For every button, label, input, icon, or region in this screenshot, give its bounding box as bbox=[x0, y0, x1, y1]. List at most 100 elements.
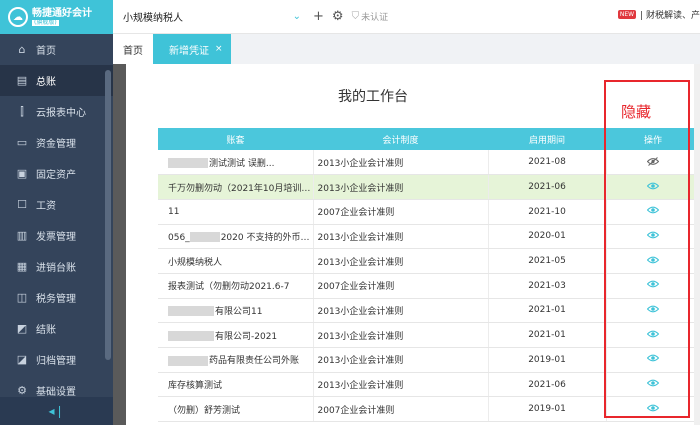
table-row[interactable]: 小规模纳税人 2013小企业会计准则 2021-05 bbox=[158, 248, 700, 274]
page-scrollbar[interactable] bbox=[694, 64, 700, 425]
sidebar-item[interactable]: ☐ 工资 bbox=[0, 189, 113, 220]
accounting-rule-cell: 2013小企业会计准则 bbox=[313, 174, 489, 200]
eye-icon[interactable] bbox=[647, 305, 660, 313]
sidebar-item-label: 总账 bbox=[36, 77, 56, 88]
sidebar-item[interactable]: ◫ 税务管理 bbox=[0, 282, 113, 313]
eye-icon[interactable] bbox=[647, 379, 660, 387]
hidden-annotation: 隐藏 bbox=[621, 103, 652, 121]
account-name-cell[interactable]: 有限公司-2021 bbox=[158, 322, 314, 348]
sidebar-item-label: 归档管理 bbox=[36, 356, 76, 367]
action-cell bbox=[606, 224, 700, 250]
account-name-cell[interactable]: 有限公司11 bbox=[158, 298, 314, 324]
action-cell bbox=[606, 372, 700, 398]
account-name-cell[interactable]: 056_ 2020 不支持的外币核... bbox=[158, 224, 314, 250]
close-books-icon: ◩ bbox=[16, 322, 28, 335]
company-selector[interactable]: 小规模纳税人 ⌄ bbox=[119, 6, 305, 28]
eye-icon[interactable] bbox=[647, 206, 660, 214]
news-text: | 财税解读、产 bbox=[640, 11, 700, 21]
table-row[interactable]: 11 2007企业会计准则 2021-10 bbox=[158, 199, 700, 225]
eye-icon[interactable] bbox=[647, 330, 660, 338]
redacted-text bbox=[168, 158, 208, 169]
collapse-icon: ◂❘ bbox=[48, 404, 65, 418]
sidebar: ☁ 畅捷通好会计 (旗舰版) ⌂ 首页 ▤ 总账 ⫿ 云报表中心 ▭ 资金管理 ▣ 固定资产 ☐ 工资… bbox=[0, 0, 113, 425]
table-row[interactable]: 测试测试 误删... 2013小企业会计准则 2021-08 bbox=[158, 150, 700, 176]
ledger-icon: ▤ bbox=[16, 74, 28, 87]
close-icon[interactable]: × bbox=[215, 44, 223, 54]
accounting-rule-cell: 2007企业会计准则 bbox=[313, 396, 489, 423]
sidebar-item[interactable]: ▦ 进销台账 bbox=[0, 251, 113, 282]
account-name: 有限公司11 bbox=[215, 306, 263, 317]
column-header-account: 账套 bbox=[158, 128, 313, 150]
table-row[interactable]: 千万勿删勿动（2021年10月培训）... 2013小企业会计准则 2021-06 bbox=[158, 174, 700, 200]
sidebar-item-label: 税务管理 bbox=[36, 294, 76, 305]
account-name-cell[interactable]: 药品有限责任公司外账 bbox=[158, 347, 314, 373]
start-period-cell: 2021-06 bbox=[488, 174, 607, 200]
table-row[interactable]: 有限公司-2021 2013小企业会计准则 2021-01 bbox=[158, 322, 700, 348]
sidebar-item-label: 云报表中心 bbox=[36, 108, 86, 119]
eye-icon[interactable] bbox=[647, 182, 660, 190]
sidebar-item-label: 工资 bbox=[36, 201, 56, 212]
start-period-cell: 2021-01 bbox=[488, 298, 607, 324]
table-row[interactable]: 056_ 2020 不支持的外币核... 2013小企业会计准则 2020-01 bbox=[158, 224, 700, 250]
account-name-cell[interactable]: 报表测试（勿删勿动2021.6-7 bbox=[158, 273, 314, 299]
account-name-cell[interactable]: （勿删）舒芳测试 bbox=[158, 396, 314, 423]
eye-icon[interactable] bbox=[647, 231, 660, 239]
tab-new-voucher[interactable]: 新增凭证 × bbox=[153, 34, 231, 64]
sidebar-item[interactable]: ▤ 总账 bbox=[0, 65, 113, 96]
add-icon[interactable]: + bbox=[313, 9, 324, 24]
new-badge: NEW bbox=[617, 10, 637, 19]
eye-icon[interactable] bbox=[647, 256, 660, 264]
sidebar-item[interactable]: ▭ 资金管理 bbox=[0, 127, 113, 158]
account-name-prefix: 056_ bbox=[168, 232, 190, 243]
account-name-cell[interactable]: 小规模纳税人 bbox=[158, 248, 314, 274]
sidebar-item[interactable]: ⌂ 首页 bbox=[0, 34, 113, 65]
sidebar-item[interactable]: ◪ 归档管理 bbox=[0, 344, 113, 375]
tab-bar: 首页 新增凭证 × bbox=[113, 34, 700, 64]
sidebar-item[interactable]: ▥ 发票管理 bbox=[0, 220, 113, 251]
table-row[interactable]: （勿删）舒芳测试 2007企业会计准则 2019-01 bbox=[158, 396, 700, 423]
brand-name: 畅捷通好会计 bbox=[32, 7, 92, 19]
tab-home[interactable]: 首页 bbox=[113, 34, 153, 64]
action-cell bbox=[606, 396, 700, 423]
collapse-sidebar-button[interactable]: ◂❘ bbox=[0, 397, 113, 425]
start-period-cell: 2019-01 bbox=[488, 396, 607, 423]
brand-edition: (旗舰版) bbox=[32, 18, 59, 27]
eye-icon[interactable] bbox=[647, 354, 660, 362]
tax-icon: ◫ bbox=[16, 291, 28, 304]
account-name-cell[interactable]: 千万勿删勿动（2021年10月培训）... bbox=[158, 174, 314, 200]
sidebar-scrollbar[interactable] bbox=[105, 70, 111, 360]
account-name: 报表测试（勿删勿动2021.6-7 bbox=[168, 282, 290, 293]
account-name-cell[interactable]: 测试测试 误删... bbox=[158, 150, 314, 176]
sidebar-item[interactable]: ◩ 结账 bbox=[0, 313, 113, 344]
news-ticker[interactable]: NEW | 财税解读、产 bbox=[617, 8, 700, 21]
redacted-text bbox=[168, 331, 214, 342]
eye-icon[interactable] bbox=[647, 280, 660, 288]
redacted-text bbox=[168, 306, 214, 317]
account-name: 小规模纳税人 bbox=[168, 257, 223, 268]
account-name: （勿删）舒芳测试 bbox=[168, 405, 241, 416]
brand[interactable]: ☁ 畅捷通好会计 (旗舰版) bbox=[0, 0, 113, 34]
account-name-cell[interactable]: 11 bbox=[158, 199, 314, 225]
account-name-cell[interactable]: 库存核算测试 bbox=[158, 372, 314, 398]
action-cell bbox=[606, 347, 700, 373]
eye-icon[interactable] bbox=[647, 404, 660, 412]
home-icon: ⌂ bbox=[18, 43, 26, 56]
accounting-rule-cell: 2013小企业会计准则 bbox=[313, 322, 489, 348]
accounting-rule-cell: 2013小企业会计准则 bbox=[313, 224, 489, 250]
sidebar-item[interactable]: ▣ 固定资产 bbox=[0, 158, 113, 189]
sidebar-item-label: 发票管理 bbox=[36, 232, 76, 243]
action-cell bbox=[606, 322, 700, 348]
certification-status[interactable]: ⛉ 未认证 bbox=[352, 10, 389, 23]
page-title: 我的工作台 bbox=[338, 89, 408, 105]
table-row[interactable]: 库存核算测试 2013小企业会计准则 2021-06 bbox=[158, 372, 700, 398]
sidebar-item-label: 结账 bbox=[36, 325, 56, 336]
table-row[interactable]: 报表测试（勿删勿动2021.6-7 2007企业会计准则 2021-03 bbox=[158, 273, 700, 299]
start-period-cell: 2021-05 bbox=[488, 248, 607, 274]
table-row[interactable]: 药品有限责任公司外账 2013小企业会计准则 2019-01 bbox=[158, 347, 700, 373]
gear-icon[interactable]: ⚙ bbox=[332, 9, 344, 24]
eye-off-icon[interactable] bbox=[647, 156, 660, 166]
sidebar-item[interactable]: ⫿ 云报表中心 bbox=[0, 96, 113, 127]
accounting-rule-cell: 2013小企业会计准则 bbox=[313, 298, 489, 324]
sidebar-item[interactable]: ⚙ 基础设置 bbox=[0, 375, 113, 397]
table-row[interactable]: 有限公司11 2013小企业会计准则 2021-01 bbox=[158, 298, 700, 324]
